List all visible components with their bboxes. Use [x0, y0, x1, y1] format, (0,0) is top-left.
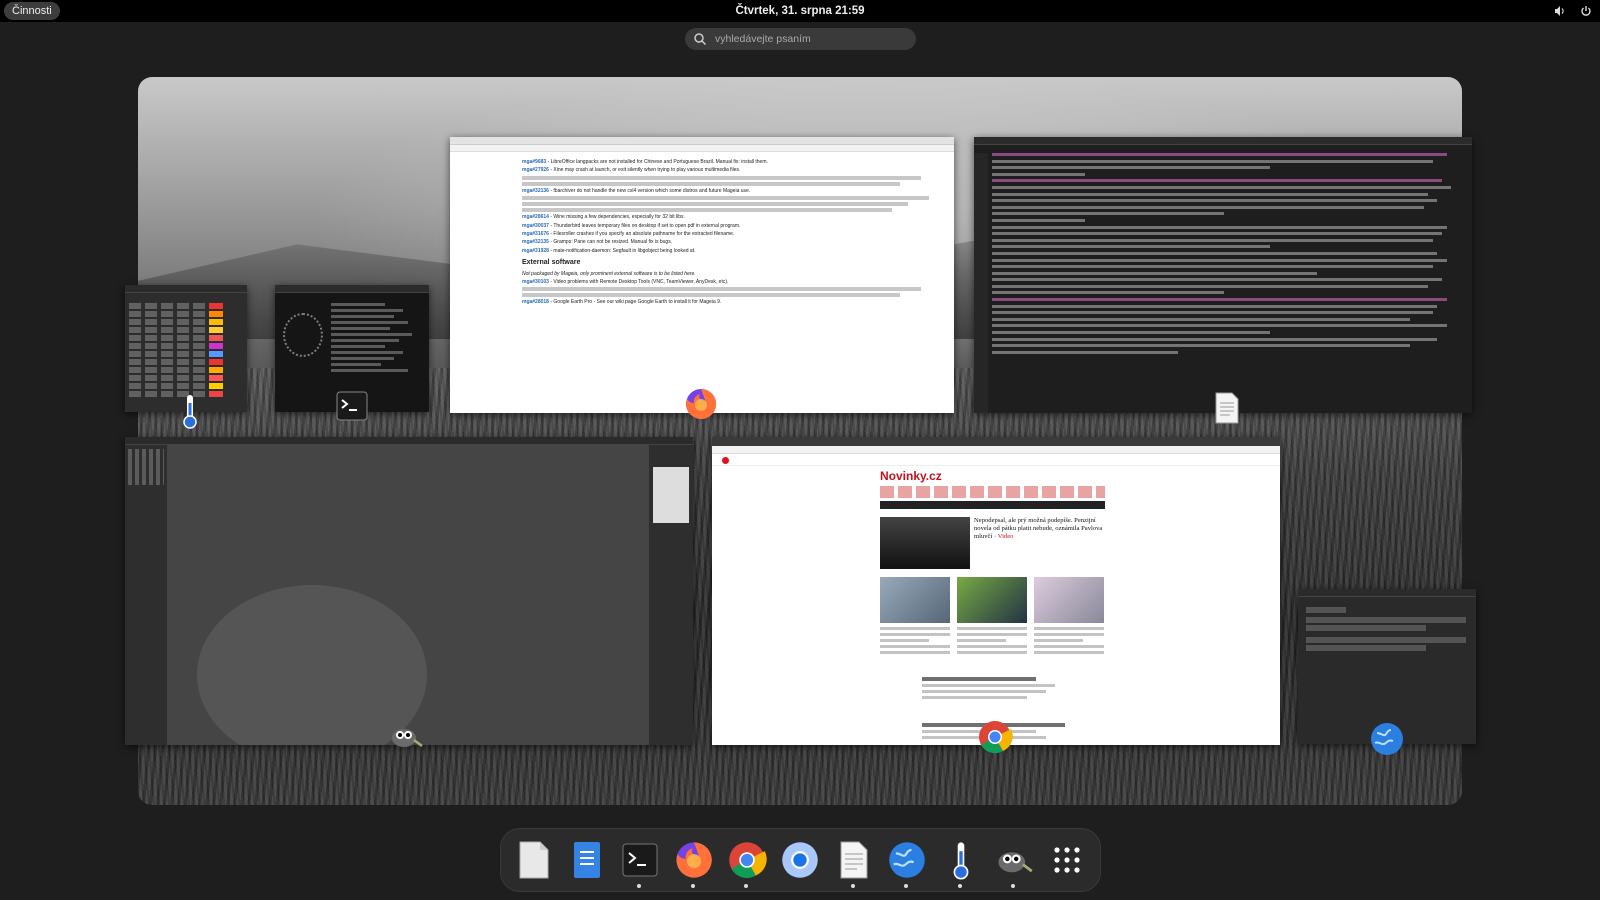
window-chrome[interactable]: Novinky.cz Nepodepsal, ale prý možná pod… — [712, 437, 1280, 745]
list-item: mga#31928 - mate-notification-daemon: Se… — [522, 247, 696, 254]
terminal-output — [331, 303, 421, 375]
top-bar: Činnosti Čtvrtek, 31. srpna 21:59 — [0, 0, 1600, 22]
chrome-icon — [729, 842, 767, 878]
gimp-badge-icon[interactable] — [388, 718, 424, 754]
gimp-icon — [998, 852, 1033, 873]
gimp-toolbox[interactable] — [125, 445, 167, 745]
list-item: mga#30037 - Thunderbird leaves temporary… — [522, 222, 741, 229]
search-input[interactable] — [715, 33, 905, 45]
brushes-panel[interactable] — [653, 467, 689, 523]
dock-app-grid[interactable] — [1044, 837, 1090, 883]
gimp-canvas[interactable] — [167, 445, 649, 745]
list-item: mga#28018 - Google Earth Pro - See our w… — [522, 299, 722, 306]
list-item: mga#32136 - fbarchiver do not handle the… — [522, 187, 751, 194]
dock-psensor[interactable] — [938, 837, 984, 888]
dock-firefox[interactable] — [671, 837, 717, 888]
dash — [500, 828, 1101, 892]
window-gimp[interactable] — [125, 437, 693, 745]
chromium-icon — [782, 842, 819, 878]
network-globe-icon — [889, 842, 925, 878]
topic-strip[interactable] — [880, 501, 1105, 509]
search-icon — [694, 33, 707, 46]
window-titlebar — [125, 285, 247, 293]
running-indicator — [957, 884, 962, 888]
section-note: Not packaged by Mageia, only prominent e… — [522, 270, 696, 277]
network-manager-badge-icon[interactable] — [1369, 721, 1405, 757]
volume-icon[interactable] — [1554, 5, 1566, 17]
list-item: mga#9683 - LibreOffice langpacks are not… — [522, 159, 768, 165]
window-titlebar — [974, 137, 1472, 145]
running-indicator — [637, 884, 642, 888]
sensor-color-bars — [209, 303, 223, 399]
list-item: mga#30103 - Video problems with Remote D… — [522, 279, 729, 286]
article-thumbnail[interactable] — [1034, 577, 1104, 623]
running-indicator — [904, 884, 909, 888]
tool-icons[interactable] — [128, 449, 164, 485]
terminal-badge-icon[interactable] — [334, 388, 370, 424]
chrome-badge-icon[interactable] — [977, 719, 1013, 755]
document-viewer-icon — [574, 842, 601, 878]
firefox-icon — [676, 842, 712, 878]
list-item: mga#27926 - Xine may crash at launch, or… — [522, 167, 741, 174]
sensor-list — [129, 303, 209, 399]
firefox-url-bar[interactable] — [450, 145, 954, 152]
site-brand[interactable]: Novinky.cz — [880, 469, 942, 483]
article-snippet — [957, 627, 1027, 657]
lead-video-tag[interactable]: Video — [998, 533, 1014, 540]
activities-button[interactable]: Činnosti — [4, 2, 60, 20]
dock-network-manager[interactable] — [884, 837, 930, 888]
chrome-tab-bar[interactable] — [712, 437, 1280, 446]
window-titlebar — [125, 437, 693, 445]
window-titlebar — [275, 285, 429, 293]
list-item: mga#32135 - Gramps: Pane can not be resi… — [522, 239, 673, 246]
running-indicator — [744, 884, 749, 888]
power-icon[interactable] — [1580, 5, 1592, 17]
dock-text-editor[interactable] — [831, 837, 877, 888]
list-item: mga#31676 - Filesroller crashes if you s… — [522, 231, 735, 238]
window-titlebar — [1298, 589, 1476, 597]
system-tray[interactable] — [1554, 0, 1592, 22]
site-header — [712, 454, 1280, 466]
gimp-dock[interactable] — [649, 445, 693, 745]
ascii-logo — [283, 313, 323, 357]
article-thumbnail[interactable] — [880, 577, 950, 623]
site-nav[interactable] — [880, 486, 1105, 498]
app-grid-icon — [1054, 847, 1080, 873]
running-indicator — [1010, 884, 1015, 888]
terminal-icon — [622, 843, 658, 877]
list-item: mga#28614 - Wine missing a few dependenc… — [522, 214, 685, 221]
article-snippet — [880, 627, 950, 657]
chrome-url-bar[interactable] — [712, 446, 1280, 454]
files-icon — [519, 841, 549, 879]
section-heading: External software — [522, 259, 581, 267]
dock-chrome[interactable] — [724, 837, 770, 888]
dock-terminal[interactable] — [617, 837, 663, 888]
search-bar[interactable] — [685, 28, 916, 50]
article-snippet — [1034, 627, 1104, 657]
dock-documents[interactable] — [564, 837, 610, 883]
page-content: mga#9683 - LibreOffice langpacks are not… — [522, 159, 942, 308]
firefox-badge-icon[interactable] — [683, 386, 719, 422]
window-firefox[interactable]: mga#9683 - LibreOffice langpacks are not… — [450, 137, 954, 413]
text-editor-icon — [840, 841, 868, 879]
lead-article-title[interactable]: Nepodepsal, ale prý možná podepíše. Penz… — [974, 517, 1114, 541]
thermometer-icon — [953, 842, 968, 880]
line-number-gutter — [974, 153, 988, 413]
running-indicator — [690, 884, 695, 888]
dock-files[interactable] — [511, 837, 557, 883]
firefox-tab-bar[interactable] — [450, 137, 954, 145]
text-editor-badge-icon[interactable] — [1209, 390, 1245, 426]
article-section — [922, 677, 1112, 742]
running-indicator — [850, 884, 855, 888]
clock[interactable]: Čtvrtek, 31. srpna 21:59 — [0, 0, 1600, 22]
window-text-editor[interactable] — [974, 137, 1472, 413]
dock-chromium[interactable] — [777, 837, 823, 883]
dock-gimp[interactable] — [991, 837, 1037, 888]
lead-article-image[interactable] — [880, 517, 970, 569]
seznam-logo-icon — [722, 457, 729, 464]
editor-text[interactable] — [992, 153, 1456, 357]
psensor-badge-icon[interactable] — [172, 393, 208, 429]
lead-title-text[interactable]: Nepodepsal, ale prý možná podepíše. Penz… — [974, 517, 1102, 540]
article-thumbnail[interactable] — [957, 577, 1027, 623]
